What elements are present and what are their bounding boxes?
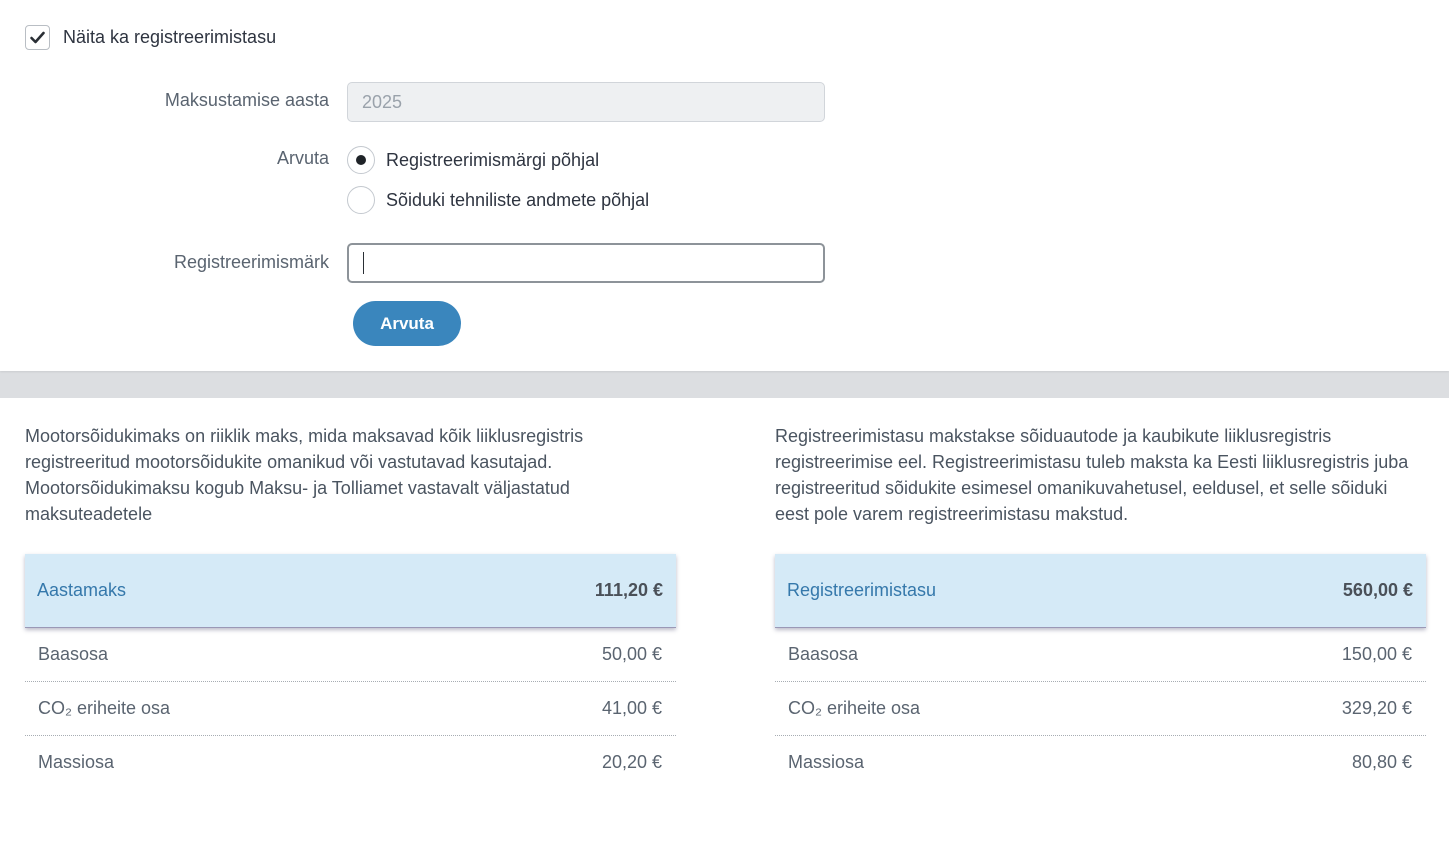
row-value: 50,00 € <box>601 644 662 664</box>
table-row: Baasosa 50,00 € <box>25 628 676 682</box>
radio-selected-dot <box>356 155 366 165</box>
annual-tax-table: Aastamaks 111,20 € Baasosa 50,00 € CO₂ e… <box>25 554 676 789</box>
registration-fee-header: Registreerimistasu 560,00 € <box>775 554 1426 628</box>
registration-fee-description: Registreerimistasu makstakse sõiduautode… <box>775 426 1409 524</box>
calculate-by-label: Arvuta <box>276 148 329 168</box>
row-label: Baasosa <box>788 644 859 664</box>
row-label: Massiosa <box>38 752 115 772</box>
row-value: 329,20 € <box>1341 698 1412 718</box>
plate-label: Registreerimismärk <box>173 252 329 272</box>
show-registration-fee-checkbox[interactable] <box>25 25 50 50</box>
table-row: CO₂ eriheite osa 41,00 € <box>25 682 676 736</box>
table-row: CO₂ eriheite osa 329,20 € <box>775 682 1426 736</box>
radio-label-technical-data[interactable]: Sõiduki tehniliste andmete põhjal <box>386 190 649 211</box>
show-registration-fee-row[interactable]: Näita ka registreerimistasu <box>25 25 276 50</box>
annual-tax-description: Mootorsõidukimaks on riiklik maks, mida … <box>25 426 584 524</box>
registration-fee-header-label: Registreerimistasu <box>787 580 937 600</box>
checkmark-icon <box>30 31 45 44</box>
calculator-form-panel: Näita ka registreerimistasu Maksustamise… <box>0 0 1449 371</box>
registration-fee-table: Registreerimistasu 560,00 € Baasosa 150,… <box>775 554 1426 789</box>
show-registration-fee-label[interactable]: Näita ka registreerimistasu <box>63 27 276 48</box>
registration-fee-header-value: 560,00 € <box>1342 580 1413 600</box>
radio-option-technical-data[interactable]: Sõiduki tehniliste andmete põhjal <box>347 186 649 214</box>
radio-button-technical-data[interactable] <box>347 186 375 214</box>
row-label: CO₂ eriheite osa <box>788 698 921 718</box>
row-value: 80,80 € <box>1351 752 1412 772</box>
tax-year-label: Maksustamise aasta <box>164 90 329 110</box>
annual-tax-header-label: Aastamaks <box>37 580 127 600</box>
row-value: 41,00 € <box>601 698 662 718</box>
calculate-button[interactable]: Arvuta <box>353 301 461 346</box>
table-row: Massiosa 20,20 € <box>25 736 676 789</box>
tax-year-field: 2025 <box>347 82 825 122</box>
annual-tax-header: Aastamaks 111,20 € <box>25 554 676 628</box>
row-label: CO₂ eriheite osa <box>38 698 171 718</box>
text-cursor <box>363 252 364 274</box>
table-row: Baasosa 150,00 € <box>775 628 1426 682</box>
tax-year-value: 2025 <box>362 91 403 112</box>
row-label: Massiosa <box>788 752 865 772</box>
row-value: 150,00 € <box>1341 644 1412 664</box>
radio-button-plate[interactable] <box>347 146 375 174</box>
plate-input[interactable] <box>347 243 825 283</box>
table-row: Massiosa 80,80 € <box>775 736 1426 789</box>
row-value: 20,20 € <box>601 752 662 772</box>
row-label: Baasosa <box>38 644 109 664</box>
radio-label-plate[interactable]: Registreerimismärgi põhjal <box>386 150 599 171</box>
radio-option-plate[interactable]: Registreerimismärgi põhjal <box>347 146 599 174</box>
annual-tax-header-value: 111,20 € <box>594 580 663 600</box>
